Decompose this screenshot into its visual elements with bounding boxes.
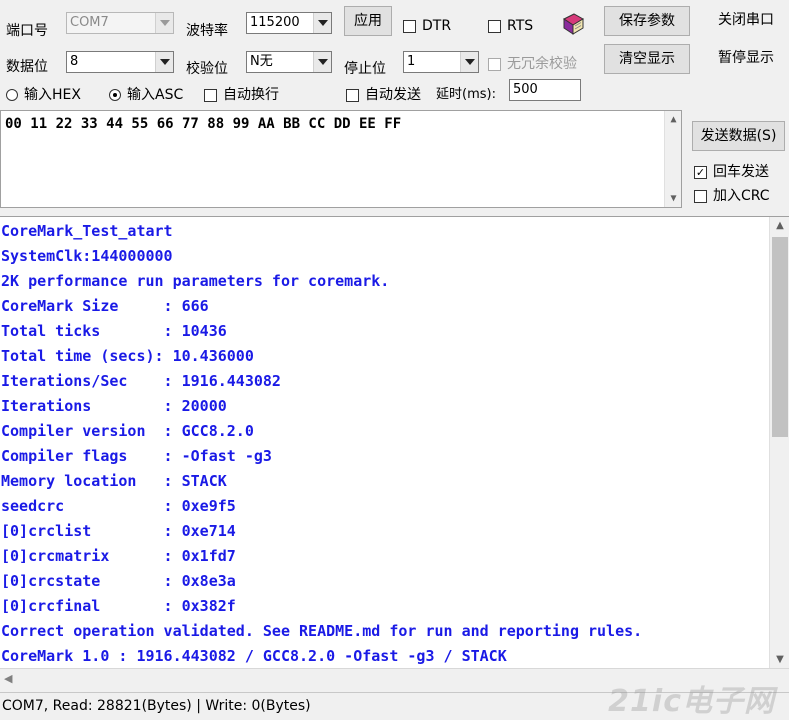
send-scrollbar[interactable]: ▲ ▼ — [664, 111, 681, 207]
auto-send-label: 自动发送 — [365, 87, 421, 103]
add-crc-checkbox[interactable]: 加入CRC — [694, 187, 770, 205]
cr-send-box: ✓ — [694, 165, 707, 179]
databits-label: 数据位 — [6, 59, 48, 75]
send-data-button[interactable]: 发送数据(S) — [692, 121, 785, 151]
send-text: 00 11 22 33 44 55 66 77 88 99 AA BB CC D… — [5, 116, 402, 132]
receive-line: 2K performance run parameters for corema… — [1, 272, 390, 290]
port-select[interactable]: COM7 — [66, 12, 174, 34]
dtr-checkbox[interactable]: DTR — [403, 17, 451, 35]
input-hex-label: 输入HEX — [24, 87, 81, 103]
auto-send-box — [346, 88, 359, 102]
receive-line: Compiler flags : -Ofast -g3 — [1, 447, 272, 465]
auto-wrap-box — [204, 88, 217, 102]
cr-send-checkbox[interactable]: ✓ 回车发送 — [694, 163, 769, 181]
book-icon[interactable] — [560, 11, 586, 37]
receive-line: Memory location : STACK — [1, 472, 227, 490]
input-asc-radio[interactable]: 输入ASC — [109, 86, 183, 104]
baud-value: 115200 — [250, 15, 300, 30]
stopbits-value: 1 — [407, 54, 416, 69]
auto-wrap-checkbox[interactable]: 自动换行 — [204, 86, 279, 104]
watermark: 21ic电子网 — [608, 684, 775, 719]
chevron-up-icon[interactable]: ▲ — [770, 217, 789, 234]
chevron-down-icon — [313, 13, 331, 33]
receive-scrollbar[interactable]: ▲ ▼ — [769, 217, 789, 668]
receive-line: Total time (secs): 10.436000 — [1, 347, 254, 365]
save-params-button[interactable]: 保存参数 — [604, 6, 690, 36]
auto-wrap-label: 自动换行 — [223, 87, 279, 103]
receive-line: SystemClk:144000000 — [1, 247, 173, 265]
receive-line: CoreMark 1.0 : 1916.443082 / GCC8.2.0 -O… — [1, 647, 507, 665]
no-redundant-check-checkbox[interactable]: 无冗余校验 — [488, 55, 577, 73]
chevron-down-icon — [155, 13, 173, 33]
baud-label: 波特率 — [186, 23, 228, 39]
receive-line: CoreMark Size : 666 — [1, 297, 209, 315]
receive-scrollbar-thumb[interactable] — [772, 237, 788, 437]
add-crc-label: 加入CRC — [713, 188, 770, 204]
no-redundant-check-label: 无冗余校验 — [507, 56, 577, 72]
chevron-down-icon — [460, 52, 478, 72]
dtr-label: DTR — [422, 18, 452, 34]
rts-label: RTS — [507, 18, 534, 34]
receive-line: [0]crclist : 0xe714 — [1, 522, 236, 540]
input-asc-label: 输入ASC — [127, 87, 184, 103]
delay-label: 延时(ms): — [436, 87, 496, 102]
receive-display[interactable]: CoreMark_Test_atart SystemClk:144000000 2K… — [0, 216, 789, 668]
databits-value: 8 — [70, 54, 79, 69]
close-port-button[interactable]: 关闭串口 — [703, 6, 789, 36]
input-asc-radio-dot — [109, 89, 121, 101]
receive-line: [0]crcstate : 0x8e3a — [1, 572, 236, 590]
receive-line: [0]crcfinal : 0x382f — [1, 597, 236, 615]
receive-line: Iterations/Sec : 1916.443082 — [1, 372, 281, 390]
databits-select[interactable]: 8 — [66, 51, 174, 73]
port-label: 端口号 — [6, 23, 48, 39]
receive-line: [0]crcmatrix : 0x1fd7 — [1, 547, 236, 565]
input-hex-radio[interactable]: 输入HEX — [6, 86, 81, 104]
no-redundant-check-box — [488, 57, 501, 71]
stopbits-select[interactable]: 1 — [403, 51, 479, 73]
port-value: COM7 — [70, 15, 109, 30]
parity-value: N无 — [250, 54, 273, 69]
clear-display-button[interactable]: 清空显示 — [604, 44, 690, 74]
pause-display-button[interactable]: 暂停显示 — [703, 44, 789, 74]
apply-button[interactable]: 应用 — [344, 6, 392, 36]
receive-line: Total ticks : 10436 — [1, 322, 227, 340]
dtr-box — [403, 19, 416, 33]
parity-label: 校验位 — [186, 61, 228, 77]
stopbits-label: 停止位 — [344, 61, 386, 77]
receive-line: Iterations : 20000 — [1, 397, 227, 415]
chevron-down-icon — [155, 52, 173, 72]
chevron-down-icon — [313, 52, 331, 72]
receive-line: Compiler version : GCC8.2.0 — [1, 422, 254, 440]
chevron-down-icon[interactable]: ▼ — [770, 651, 789, 668]
receive-lines: CoreMark_Test_atart SystemClk:144000000 2K… — [1, 219, 769, 669]
rts-box — [488, 19, 501, 33]
send-textarea[interactable]: 00 11 22 33 44 55 66 77 88 99 AA BB CC D… — [0, 110, 682, 208]
receive-line: Correct operation validated. See README.… — [1, 622, 643, 640]
receive-line: CoreMark_Test_atart — [1, 222, 173, 240]
baud-select[interactable]: 115200 — [246, 12, 332, 34]
rts-checkbox[interactable]: RTS — [488, 17, 533, 35]
auto-send-checkbox[interactable]: 自动发送 — [346, 86, 421, 104]
input-hex-radio-dot — [6, 89, 18, 101]
chevron-up-icon[interactable]: ▲ — [665, 111, 682, 128]
delay-input[interactable]: 500 — [509, 79, 581, 101]
cr-send-label: 回车发送 — [713, 164, 769, 180]
chevron-left-icon[interactable]: ◀ — [4, 672, 12, 685]
parity-select[interactable]: N无 — [246, 51, 332, 73]
add-crc-box — [694, 189, 707, 203]
receive-line: seedcrc : 0xe9f5 — [1, 497, 236, 515]
chevron-down-icon[interactable]: ▼ — [665, 190, 682, 207]
